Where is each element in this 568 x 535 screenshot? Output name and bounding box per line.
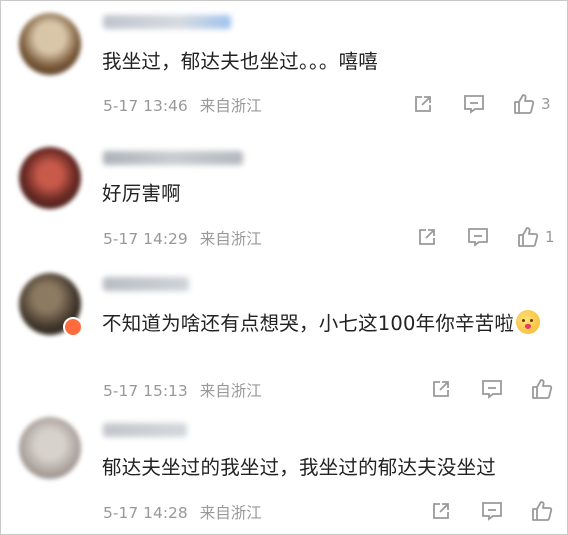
comment-location: 来自浙江 [199, 97, 262, 115]
avatar[interactable] [19, 417, 81, 479]
like-count: 1 [545, 228, 555, 246]
share-icon [419, 229, 435, 245]
username-blurred[interactable] [103, 15, 231, 29]
like-count: 3 [541, 95, 551, 113]
comment-body: 不知道为啥还有点想哭，小七这100年你辛苦啦 [102, 312, 515, 335]
comment-icon [464, 95, 484, 114]
comment-item: 不知道为啥还有点想哭，小七这100年你辛苦啦 5-17 15:13 来自浙江 [1, 261, 567, 409]
comment-location: 来自浙江 [199, 504, 262, 522]
thumbs-up-icon [518, 227, 539, 247]
username-blurred[interactable] [103, 151, 243, 165]
avatar[interactable] [19, 13, 81, 75]
comment-time: 5-17 14:28 [103, 504, 188, 522]
reply-button[interactable] [467, 227, 489, 247]
comment-list: 我坐过，郁达夫也坐过。。。嘻嘻 5-17 13:46 来自浙江 3 好厉害啊 5-… [0, 0, 568, 535]
comment-item: 我坐过，郁达夫也坐过。。。嘻嘻 5-17 13:46 来自浙江 3 [1, 1, 567, 131]
comment-time: 5-17 14:29 [103, 230, 188, 248]
comment-meta: 5-17 14:29 来自浙江 [103, 227, 262, 249]
comment-item: 好厉害啊 5-17 14:29 来自浙江 1 [1, 131, 567, 261]
comment-time: 5-17 13:46 [103, 97, 188, 115]
share-icon [415, 96, 431, 112]
share-button[interactable] [431, 501, 451, 521]
username-blurred[interactable] [103, 277, 189, 291]
comment-item: 郁达夫坐过的我坐过，我坐过的郁达夫没坐过 5-17 14:28 来自浙江 [1, 409, 567, 534]
comment-time: 5-17 15:13 [103, 382, 188, 400]
kissing-face-emoji [516, 310, 541, 334]
reply-button[interactable] [481, 379, 503, 399]
thumbs-up-icon [514, 94, 535, 114]
thumbs-up-icon [532, 379, 553, 399]
username-blurred[interactable] [103, 423, 187, 437]
comment-meta: 5-17 15:13 来自浙江 [103, 379, 262, 401]
comment-icon [482, 380, 502, 399]
comment-text: 不知道为啥还有点想哭，小七这100年你辛苦啦 [102, 307, 555, 340]
like-button[interactable]: 1 [517, 226, 555, 248]
thumbs-up-icon [532, 501, 553, 521]
share-button[interactable] [417, 227, 437, 247]
like-button[interactable]: 3 [513, 93, 551, 115]
like-button[interactable] [531, 378, 559, 400]
comment-meta: 5-17 14:28 来自浙江 [103, 501, 262, 523]
comment-text: 好厉害啊 [102, 182, 181, 205]
comment-text: 我坐过，郁达夫也坐过。。。嘻嘻 [102, 50, 379, 73]
like-button[interactable] [531, 500, 559, 522]
reply-button[interactable] [481, 501, 503, 521]
verified-badge [63, 317, 83, 337]
share-icon [433, 503, 449, 519]
avatar[interactable] [19, 147, 81, 209]
comment-location: 来自浙江 [199, 230, 262, 248]
comment-meta: 5-17 13:46 来自浙江 [103, 94, 262, 116]
share-button[interactable] [431, 379, 451, 399]
share-icon [433, 381, 449, 397]
comment-text: 郁达夫坐过的我坐过，我坐过的郁达夫没坐过 [102, 456, 497, 479]
comment-location: 来自浙江 [199, 382, 262, 400]
share-button[interactable] [413, 94, 433, 114]
comment-icon [468, 228, 488, 247]
reply-button[interactable] [463, 94, 485, 114]
comment-icon [482, 502, 502, 521]
